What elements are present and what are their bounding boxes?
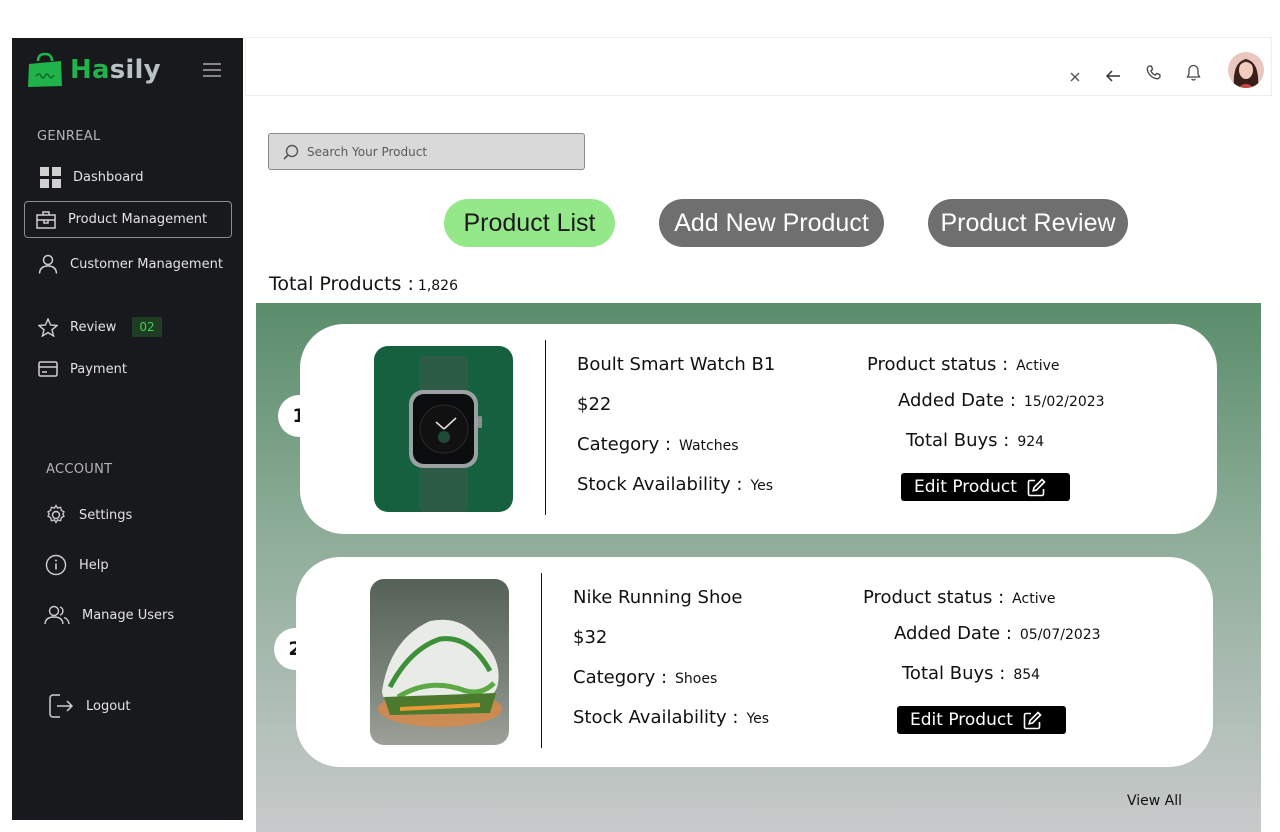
product-status: Product status : Active bbox=[863, 587, 1055, 608]
edit-product-button[interactable]: Edit Product bbox=[897, 706, 1066, 734]
review-count-badge: 02 bbox=[132, 317, 162, 337]
stock-label: Stock Availability : bbox=[573, 707, 739, 728]
status-label: Product status : bbox=[863, 587, 1005, 608]
user-icon bbox=[38, 254, 58, 274]
section-label-account: ACCOUNT bbox=[46, 462, 113, 477]
search-icon bbox=[283, 144, 299, 160]
product-name: Boult Smart Watch B1 bbox=[577, 354, 776, 375]
category-value: Watches bbox=[679, 438, 739, 454]
edit-icon bbox=[1023, 710, 1042, 729]
product-status: Product status : Active bbox=[867, 354, 1059, 375]
status-value: Active bbox=[1012, 591, 1056, 607]
hamburger-menu-icon[interactable] bbox=[203, 62, 221, 77]
user-avatar[interactable] bbox=[1228, 52, 1264, 88]
product-added-date: Added Date : 15/02/2023 bbox=[898, 390, 1105, 411]
brand-name-part2: sily bbox=[109, 55, 161, 85]
tab-add-new-product[interactable]: Add New Product bbox=[659, 199, 884, 247]
card-icon bbox=[38, 361, 58, 377]
sidebar: Hasily GENREAL Dashboard Product Managem… bbox=[12, 38, 243, 820]
status-value: Active bbox=[1016, 358, 1060, 374]
product-added-date: Added Date : 05/07/2023 bbox=[894, 623, 1101, 644]
edit-product-label: Edit Product bbox=[914, 477, 1017, 497]
shopping-bag-icon bbox=[26, 52, 64, 88]
logout-button[interactable]: Logout bbox=[48, 693, 131, 719]
sidebar-item-label: Product Management bbox=[68, 212, 208, 227]
product-total-buys: Total Buys : 854 bbox=[902, 663, 1040, 684]
total-buys-value: 924 bbox=[1017, 434, 1045, 450]
briefcase-icon bbox=[36, 210, 56, 229]
sidebar-item-settings[interactable]: Settings bbox=[45, 504, 132, 526]
sidebar-item-dashboard[interactable]: Dashboard bbox=[40, 167, 144, 188]
product-stock: Stock Availability : Yes bbox=[577, 474, 773, 495]
added-date-value: 15/02/2023 bbox=[1023, 394, 1105, 410]
edit-product-label: Edit Product bbox=[910, 710, 1013, 730]
sidebar-item-payment[interactable]: Payment bbox=[38, 361, 127, 377]
product-stock: Stock Availability : Yes bbox=[573, 707, 769, 728]
product-list-panel: 1 Boult Smart Watch B1 $22 Category : Wat… bbox=[256, 303, 1261, 832]
added-date-label: Added Date : bbox=[898, 390, 1016, 411]
sidebar-item-help[interactable]: Help bbox=[45, 554, 109, 576]
tab-product-list[interactable]: Product List bbox=[444, 199, 615, 247]
info-icon bbox=[45, 554, 67, 576]
close-icon[interactable] bbox=[1070, 67, 1080, 86]
star-icon bbox=[38, 317, 58, 337]
sidebar-item-review[interactable]: Review 02 bbox=[38, 317, 162, 337]
stock-value: Yes bbox=[750, 478, 774, 494]
top-bar bbox=[245, 37, 1272, 96]
sidebar-item-customer-management[interactable]: Customer Management bbox=[38, 254, 223, 274]
sidebar-item-product-management[interactable]: Product Management bbox=[24, 201, 232, 238]
sidebar-item-label: Payment bbox=[70, 361, 127, 377]
gear-icon bbox=[47, 504, 65, 524]
bell-icon[interactable] bbox=[1186, 64, 1201, 85]
logout-icon bbox=[49, 694, 74, 718]
users-icon bbox=[44, 605, 70, 625]
sidebar-item-manage-users[interactable]: Manage Users bbox=[44, 605, 174, 625]
total-buys-label: Total Buys : bbox=[902, 663, 1006, 684]
stock-value: Yes bbox=[746, 711, 770, 727]
total-products: Total Products : 1,826 bbox=[269, 273, 458, 295]
brand-logo[interactable]: Hasily bbox=[26, 52, 161, 88]
sidebar-item-label: Settings bbox=[79, 507, 133, 523]
phone-icon[interactable] bbox=[1146, 65, 1161, 84]
category-label: Category : bbox=[573, 667, 668, 688]
sidebar-item-label: Manage Users bbox=[82, 607, 175, 623]
product-image-shoe bbox=[370, 579, 509, 745]
sidebar-item-label: Review bbox=[70, 319, 117, 335]
product-total-buys: Total Buys : 924 bbox=[906, 430, 1044, 451]
grid-icon bbox=[40, 167, 61, 188]
product-price: $32 bbox=[573, 627, 608, 648]
section-label-general: GENREAL bbox=[37, 129, 101, 144]
view-all-link[interactable]: View All bbox=[1127, 793, 1182, 809]
total-buys-label: Total Buys : bbox=[906, 430, 1010, 451]
sidebar-item-label: Dashboard bbox=[73, 170, 144, 185]
edit-product-button[interactable]: Edit Product bbox=[901, 473, 1070, 501]
sidebar-item-label: Help bbox=[79, 557, 109, 573]
category-value: Shoes bbox=[675, 671, 718, 687]
product-price: $22 bbox=[577, 394, 612, 415]
sidebar-item-label: Customer Management bbox=[70, 256, 223, 272]
card-divider bbox=[545, 340, 546, 515]
logout-label: Logout bbox=[86, 698, 131, 714]
stock-label: Stock Availability : bbox=[577, 474, 743, 495]
product-category: Category : Shoes bbox=[573, 667, 717, 688]
edit-icon bbox=[1027, 477, 1046, 496]
total-buys-value: 854 bbox=[1013, 667, 1041, 683]
card-divider bbox=[541, 573, 542, 748]
product-name: Nike Running Shoe bbox=[573, 587, 743, 608]
search-box[interactable] bbox=[268, 133, 585, 170]
total-products-label: Total Products : bbox=[269, 273, 414, 295]
total-products-value: 1,826 bbox=[417, 278, 458, 294]
added-date-value: 05/07/2023 bbox=[1019, 627, 1101, 643]
product-card: Nike Running Shoe $32 Category : Shoes St… bbox=[296, 557, 1213, 767]
back-arrow-icon[interactable] bbox=[1105, 67, 1121, 86]
brand-name-part1: Ha bbox=[70, 55, 110, 85]
product-image-watch bbox=[374, 346, 513, 512]
added-date-label: Added Date : bbox=[894, 623, 1012, 644]
search-input[interactable] bbox=[307, 144, 567, 159]
category-label: Category : bbox=[577, 434, 672, 455]
product-card: Boult Smart Watch B1 $22 Category : Watch… bbox=[300, 324, 1217, 534]
status-label: Product status : bbox=[867, 354, 1009, 375]
product-category: Category : Watches bbox=[577, 434, 739, 455]
tab-product-review[interactable]: Product Review bbox=[928, 199, 1128, 247]
